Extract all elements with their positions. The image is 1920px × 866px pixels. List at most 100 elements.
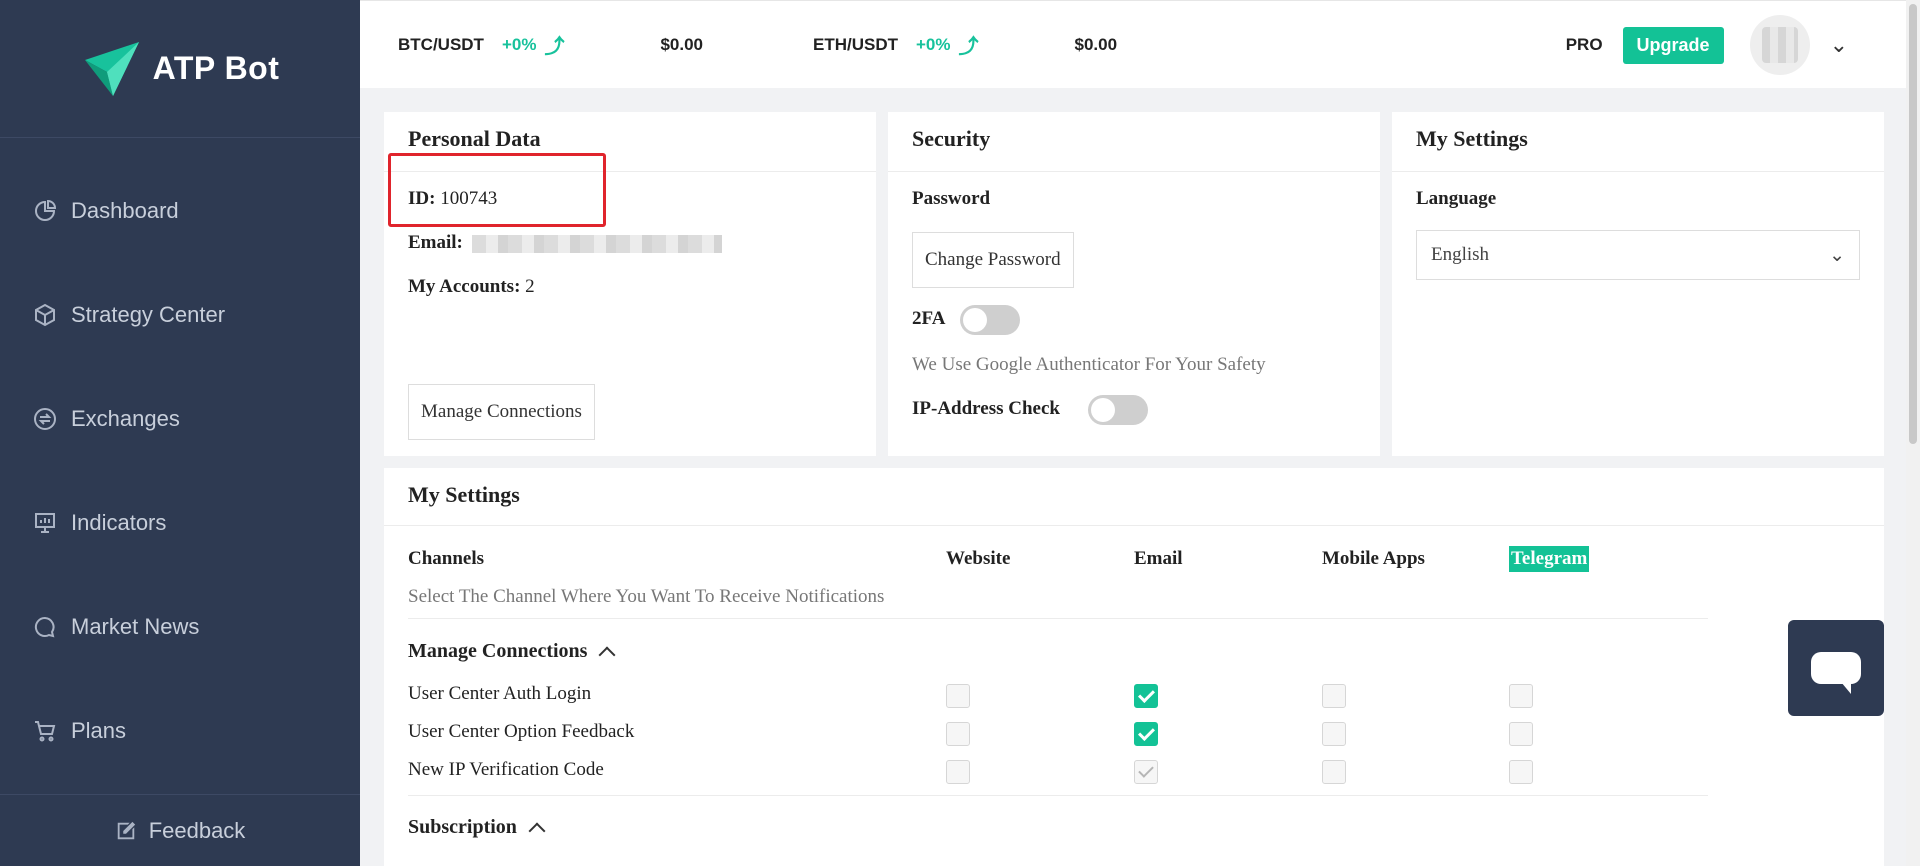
ticker-change: +0% xyxy=(916,34,951,54)
section-subscription[interactable]: Subscription xyxy=(408,816,546,839)
card-title: My Settings xyxy=(1392,112,1884,172)
column-telegram: Telegram xyxy=(1509,546,1590,572)
ticker-eth[interactable]: ETH/USDT +0% ⤴ $0.00 xyxy=(813,30,1117,59)
exchange-icon xyxy=(34,408,56,430)
checkbox-telegram[interactable] xyxy=(1509,684,1533,708)
email-field: Email: xyxy=(408,232,722,254)
notification-settings-card: My Settings Channels Website Email Mobil… xyxy=(384,468,1884,866)
sidebar-nav: Dashboard Strategy Center Exchanges Indi… xyxy=(0,138,360,783)
sidebar-item-label: Exchanges xyxy=(71,406,180,431)
sidebar-item-dashboard[interactable]: Dashboard xyxy=(0,159,360,263)
chat-bubble-icon xyxy=(1811,652,1861,694)
chevron-up-icon xyxy=(528,822,546,839)
trend-up-icon: ⤴ xyxy=(544,36,565,58)
sidebar-item-market-news[interactable]: Market News xyxy=(0,575,360,679)
sidebar-item-plans[interactable]: Plans xyxy=(0,679,360,783)
cart-icon xyxy=(35,721,56,742)
accounts-value: 2 xyxy=(525,276,535,297)
checkbox-email[interactable] xyxy=(1134,684,1158,708)
scrollbar[interactable] xyxy=(1906,0,1920,866)
column-mobile-apps: Mobile Apps xyxy=(1322,548,1425,569)
card-title: My Settings xyxy=(384,468,1884,526)
chevron-down-icon: ⌄ xyxy=(1829,244,1845,266)
column-email: Email xyxy=(1134,548,1183,569)
section-manage-connections[interactable]: Manage Connections xyxy=(408,640,616,663)
language-select[interactable]: English ⌄ xyxy=(1416,230,1860,280)
checkbox-email-disabled xyxy=(1134,760,1158,784)
brand-logo[interactable]: ATP Bot xyxy=(0,0,360,138)
chevron-down-icon[interactable]: ⌄ xyxy=(1830,32,1848,58)
avatar-image xyxy=(1761,27,1798,63)
ticker-pair: ETH/USDT xyxy=(813,34,898,54)
divider xyxy=(408,618,1708,619)
twofa-note: We Use Google Authenticator For Your Saf… xyxy=(912,354,1266,375)
accounts-label: My Accounts: xyxy=(408,276,521,297)
chevron-up-icon xyxy=(598,646,616,663)
language-label: Language xyxy=(1416,188,1497,209)
ticker-pair: BTC/USDT xyxy=(398,34,484,54)
section-title: Subscription xyxy=(408,816,517,838)
checkbox-website[interactable] xyxy=(946,722,970,746)
sidebar-item-label: Dashboard xyxy=(71,198,179,223)
ip-check-label: IP-Address Check xyxy=(912,398,1060,419)
checkbox-telegram[interactable] xyxy=(1509,760,1533,784)
logo-icon xyxy=(84,41,139,96)
brand-name: ATP Bot xyxy=(152,50,280,86)
checkbox-mobile[interactable] xyxy=(1322,722,1346,746)
trend-up-icon: ⤴ xyxy=(958,36,979,58)
manage-connections-button[interactable]: Manage Connections xyxy=(408,384,595,440)
plan-badge: PRO xyxy=(1565,35,1603,54)
ticker-btc[interactable]: BTC/USDT +0% ⤴ $0.00 xyxy=(360,30,703,59)
checkbox-mobile[interactable] xyxy=(1322,684,1346,708)
avatar[interactable] xyxy=(1749,15,1810,75)
sidebar-item-label: Plans xyxy=(71,718,127,743)
list-item-label: New IP Verification Code xyxy=(408,759,604,780)
sidebar-item-exchanges[interactable]: Exchanges xyxy=(0,367,360,471)
ticker-price: $0.00 xyxy=(1074,34,1118,54)
pie-chart-icon xyxy=(35,199,57,221)
checkbox-email[interactable] xyxy=(1134,722,1158,746)
list-item-label: User Center Auth Login xyxy=(408,683,592,704)
twofa-label: 2FA xyxy=(912,308,946,329)
feedback-label: Feedback xyxy=(148,817,246,843)
card-title: Security xyxy=(888,112,1380,172)
scrollbar-thumb[interactable] xyxy=(1909,4,1917,444)
checkbox-website[interactable] xyxy=(946,684,970,708)
ticker-price: $0.00 xyxy=(660,34,703,54)
sidebar-item-label: Market News xyxy=(71,614,200,639)
checkbox-website[interactable] xyxy=(946,760,970,784)
feedback-button[interactable]: Feedback xyxy=(0,794,360,866)
channels-label: Channels xyxy=(408,548,485,569)
highlight-box xyxy=(388,153,606,227)
top-bar: BTC/USDT +0% ⤴ $0.00 ETH/USDT +0% ⤴ $0.0… xyxy=(360,0,1920,88)
section-title: Manage Connections xyxy=(408,640,588,662)
column-website: Website xyxy=(946,548,1011,569)
chat-widget-button[interactable] xyxy=(1788,620,1884,716)
channels-hint: Select The Channel Where You Want To Rec… xyxy=(408,586,885,607)
sidebar-item-strategy-center[interactable]: Strategy Center xyxy=(0,263,360,367)
chat-dots-icon xyxy=(34,616,55,638)
divider xyxy=(408,795,1708,796)
change-password-button[interactable]: Change Password xyxy=(912,232,1074,288)
cube-icon xyxy=(35,303,55,327)
account-area: PRO Upgrade ⌄ xyxy=(1566,1,1848,89)
twofa-toggle[interactable] xyxy=(960,305,1020,335)
ticker-change: +0% xyxy=(501,34,537,54)
sidebar: ATP Bot Dashboard Strategy Center Exchan… xyxy=(0,0,360,866)
settings-card: My Settings Language English ⌄ xyxy=(1392,112,1884,456)
security-card: Security Password Change Password 2FA We… xyxy=(888,112,1380,456)
upgrade-button[interactable]: Upgrade xyxy=(1622,26,1724,64)
accounts-field: My Accounts: 2 xyxy=(408,276,535,298)
ip-check-toggle[interactable] xyxy=(1088,395,1148,425)
monitor-icon xyxy=(35,513,55,533)
edit-icon xyxy=(117,821,135,839)
list-item-label: User Center Option Feedback xyxy=(408,721,635,742)
language-value: English xyxy=(1431,244,1490,265)
email-value-redacted xyxy=(471,234,722,253)
email-label: Email: xyxy=(408,232,463,253)
sidebar-item-label: Strategy Center xyxy=(71,302,226,327)
checkbox-mobile[interactable] xyxy=(1322,760,1346,784)
checkbox-telegram[interactable] xyxy=(1509,722,1533,746)
sidebar-item-label: Indicators xyxy=(71,510,167,535)
sidebar-item-indicators[interactable]: Indicators xyxy=(0,471,360,575)
